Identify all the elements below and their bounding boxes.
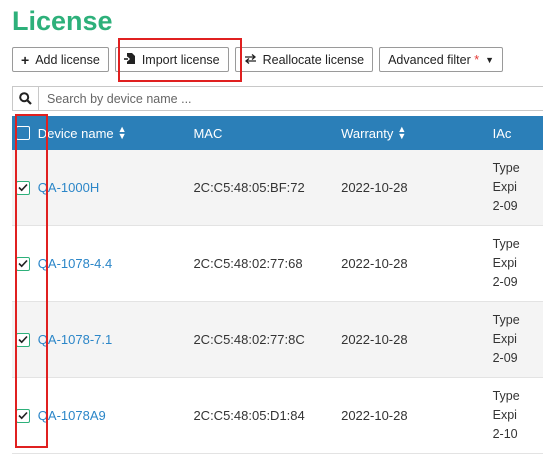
warranty-cell: 2022-10-28: [341, 180, 408, 195]
table-row: QA-1078A9 2C:C5:48:05:D1:84 2022-10-28 T…: [12, 378, 543, 454]
select-all-checkbox[interactable]: [16, 126, 31, 140]
reallocate-license-label: Reallocate license: [262, 52, 365, 67]
table-row: QA-1000H 2C:C5:48:05:BF:72 2022-10-28 Ty…: [12, 150, 543, 226]
mac-cell: 2C:C5:48:05:BF:72: [193, 180, 305, 195]
header-warranty[interactable]: Warranty ▲ ▼: [332, 116, 493, 150]
search-icon: [13, 87, 39, 110]
type-line: Type: [492, 389, 520, 403]
row-checkbox[interactable]: [16, 408, 31, 423]
row-checkbox-cell: [12, 408, 35, 423]
row-checkbox-cell: [12, 332, 35, 347]
table-row: QA-1078-7.1 2C:C5:48:02:77:8C 2022-10-28…: [12, 302, 543, 378]
device-name-link[interactable]: QA-1078-7.1: [38, 332, 112, 347]
row-checkbox[interactable]: [16, 256, 31, 271]
type-cell: Type Expi 2-09: [493, 159, 543, 216]
date-line: 2-09: [492, 351, 518, 365]
row-checkbox[interactable]: [16, 332, 31, 347]
type-cell: Type Expi 2-09: [493, 235, 543, 292]
sort-icon: ▲ ▼: [117, 124, 127, 141]
check-icon: [18, 183, 28, 192]
toolbar: + Add license Import license Reallocate …: [12, 47, 504, 72]
warranty-cell: 2022-10-28: [341, 256, 408, 271]
swap-arrows-icon: [244, 53, 257, 67]
type-line: Type: [492, 313, 520, 327]
table-row: QA-1078-4.4 2C:C5:48:02:77:68 2022-10-28…: [12, 226, 543, 302]
table-header: Device name ▲ ▼ MAC Warranty ▲ ▼ IAc: [12, 116, 543, 150]
import-icon: [123, 52, 136, 68]
check-icon: [18, 335, 28, 344]
header-device-name[interactable]: Device name ▲ ▼: [35, 116, 174, 150]
device-name-link[interactable]: QA-1078A9: [38, 408, 106, 423]
page-title: License: [12, 6, 113, 36]
type-cell: Type Expi 2-09: [493, 311, 543, 368]
plus-icon: +: [21, 51, 30, 68]
reallocate-license-button[interactable]: Reallocate license: [234, 47, 374, 72]
import-license-button[interactable]: Import license: [114, 47, 229, 72]
date-line: 2-10: [492, 427, 518, 441]
warranty-cell: 2022-10-28: [341, 332, 408, 347]
mac-cell: 2C:C5:48:02:77:8C: [193, 332, 305, 347]
filter-active-indicator: *: [474, 52, 480, 67]
expiry-line: Expi: [492, 408, 517, 422]
header-iac: IAc: [493, 116, 543, 150]
search-bar: [12, 86, 543, 111]
type-line: Type: [492, 161, 520, 175]
row-checkbox-cell: [12, 180, 35, 195]
select-all-cell: [12, 116, 35, 150]
license-table: Device name ▲ ▼ MAC Warranty ▲ ▼ IAc QA-10…: [12, 116, 543, 454]
date-line: 2-09: [492, 275, 518, 289]
check-icon: [18, 259, 28, 268]
advanced-filter-label: Advanced filter: [388, 52, 471, 67]
header-iac-label: IAc: [492, 125, 512, 141]
header-warranty-label: Warranty: [341, 125, 394, 141]
caret-down-icon: ▼: [485, 54, 495, 65]
sort-icon: ▲ ▼: [397, 124, 407, 141]
device-name-link[interactable]: QA-1078-4.4: [38, 256, 112, 271]
add-license-button[interactable]: + Add license: [12, 47, 109, 72]
header-device-name-label: Device name: [37, 125, 114, 141]
mac-cell: 2C:C5:48:05:D1:84: [193, 408, 305, 423]
header-mac-label: MAC: [193, 125, 223, 141]
check-icon: [18, 411, 28, 420]
import-license-label: Import license: [141, 52, 220, 67]
expiry-line: Expi: [492, 180, 517, 194]
type-line: Type: [492, 237, 520, 251]
advanced-filter-dropdown[interactable]: Advanced filter * ▼: [379, 47, 504, 72]
header-mac: MAC: [173, 116, 332, 150]
add-license-label: Add license: [35, 52, 100, 67]
row-checkbox-cell: [12, 256, 35, 271]
search-input[interactable]: [39, 90, 519, 107]
expiry-line: Expi: [492, 332, 517, 346]
device-name-link[interactable]: QA-1000H: [38, 180, 99, 195]
warranty-cell: 2022-10-28: [341, 408, 408, 423]
expiry-line: Expi: [492, 256, 517, 270]
mac-cell: 2C:C5:48:02:77:68: [193, 256, 303, 271]
date-line: 2-09: [492, 199, 518, 213]
type-cell: Type Expi 2-10: [493, 387, 543, 444]
row-checkbox[interactable]: [16, 180, 31, 195]
